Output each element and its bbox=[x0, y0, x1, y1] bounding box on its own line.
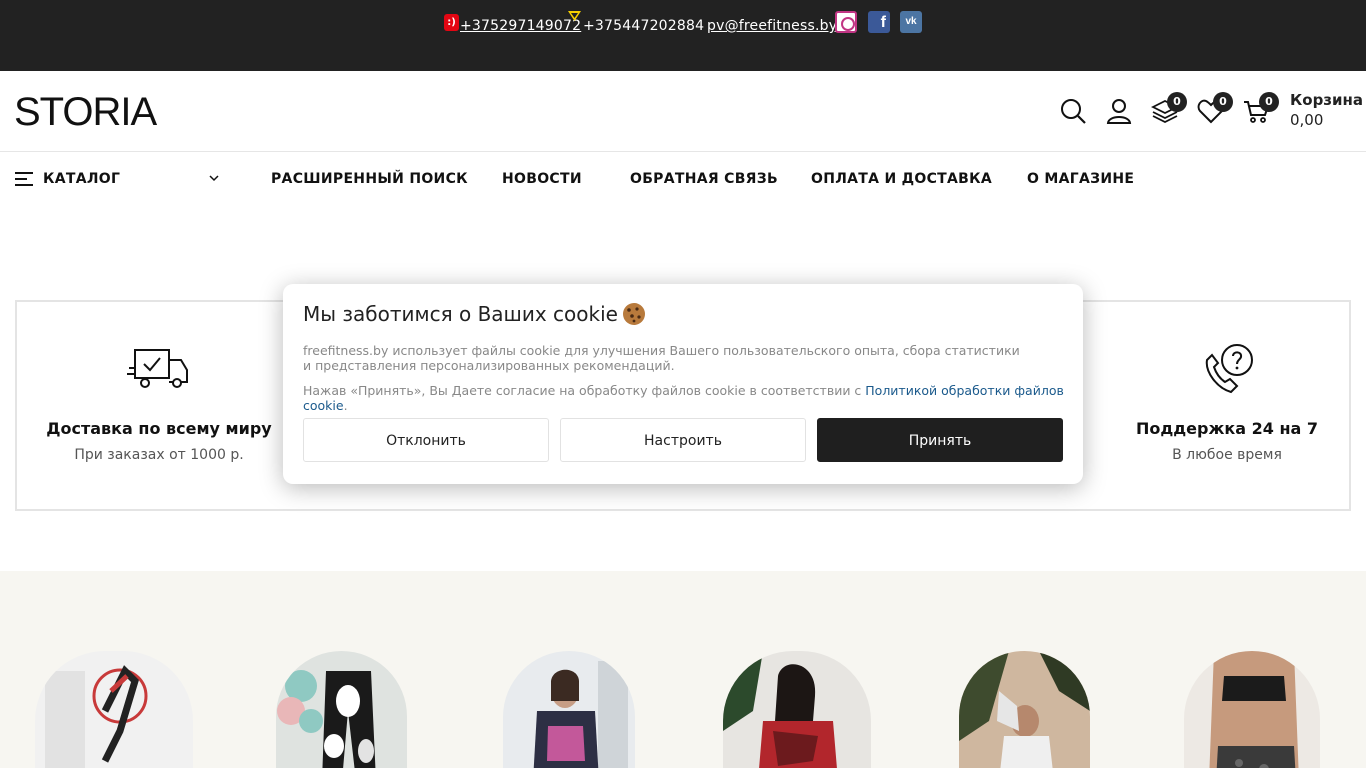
cookie-text-line2: и представления персонализированных реко… bbox=[303, 358, 675, 373]
email-link[interactable]: pv@freefitness.by bbox=[707, 18, 837, 34]
feature-subtitle-support: В любое время bbox=[1172, 447, 1282, 463]
main-nav: Каталог Расширенный поиск Новости Обратн… bbox=[0, 152, 1366, 206]
cart-count-badge: 0 bbox=[1259, 92, 1279, 112]
category-image[interactable] bbox=[1184, 651, 1320, 768]
nav-feedback[interactable]: Обратная связь bbox=[630, 171, 778, 187]
cart-total: 0,00 bbox=[1290, 111, 1324, 129]
category-image[interactable] bbox=[959, 651, 1090, 768]
nav-news[interactable]: Новости bbox=[502, 171, 582, 187]
phone-link-1[interactable]: +375297149072 bbox=[460, 18, 581, 34]
category-photo-rashguard bbox=[503, 651, 635, 768]
cookie-icon bbox=[622, 303, 645, 325]
wishlist-count-badge: 0 bbox=[1213, 92, 1233, 112]
category-image[interactable] bbox=[35, 651, 193, 768]
category-photo-shorts bbox=[1184, 651, 1320, 768]
mts-operator-icon: :) bbox=[444, 14, 459, 31]
nav-advanced-search[interactable]: Расширенный поиск bbox=[271, 171, 468, 187]
phone-support-icon bbox=[1205, 344, 1253, 394]
category-photo-sport-top bbox=[959, 651, 1090, 768]
nav-about[interactable]: О магазине bbox=[1027, 171, 1134, 187]
category-photo-longsleeve bbox=[723, 651, 871, 768]
cookie-dialog-title: Мы заботимся о Ваших cookie bbox=[303, 302, 646, 326]
categories-section bbox=[0, 571, 1366, 768]
site-logo[interactable]: STORIA bbox=[14, 90, 157, 134]
category-photo-aerial bbox=[35, 651, 193, 768]
chevron-down-icon[interactable] bbox=[208, 172, 220, 184]
menu-icon[interactable] bbox=[15, 172, 33, 186]
category-image[interactable] bbox=[723, 651, 871, 768]
configure-button[interactable]: Настроить bbox=[560, 418, 806, 462]
cookie-text-line3: Нажав «Принять», Вы Даете согласие на об… bbox=[303, 383, 1083, 413]
nav-payment-delivery[interactable]: Оплата и доставка bbox=[811, 171, 992, 187]
top-bar: :) +375297149072 +375447202884 pv@freefi… bbox=[0, 0, 1366, 71]
feature-subtitle-delivery: При заказах от 1000 р. bbox=[74, 447, 244, 463]
cookie-consent-dialog: Мы заботимся о Ваших cookie freefitness.… bbox=[283, 284, 1083, 484]
category-image[interactable] bbox=[276, 651, 407, 768]
category-image[interactable] bbox=[503, 651, 635, 768]
search-icon[interactable] bbox=[1059, 97, 1087, 125]
vk-icon[interactable]: vk bbox=[900, 11, 922, 33]
cookie-consent-text: Нажав «Принять», Вы Даете согласие на об… bbox=[303, 383, 866, 398]
cart-label[interactable]: Корзина bbox=[1290, 91, 1363, 109]
category-photo-leggings bbox=[276, 651, 407, 768]
site-header: STORIA 0 0 0 Корзина 0,00 bbox=[0, 71, 1366, 152]
nav-catalog[interactable]: Каталог bbox=[43, 171, 120, 187]
instagram-icon[interactable] bbox=[835, 11, 857, 33]
facebook-icon[interactable]: f bbox=[868, 11, 890, 33]
user-icon[interactable] bbox=[1105, 97, 1133, 125]
accept-button[interactable]: Принять bbox=[817, 418, 1063, 462]
compare-count-badge: 0 bbox=[1167, 92, 1187, 112]
decline-button[interactable]: Отклонить bbox=[303, 418, 549, 462]
phone-2: +375447202884 bbox=[583, 18, 705, 34]
feature-title-support: Поддержка 24 на 7 bbox=[1135, 419, 1319, 438]
truck-icon bbox=[127, 349, 188, 388]
cookie-consent-suffix: . bbox=[343, 398, 348, 413]
life-operator-icon bbox=[568, 11, 581, 21]
cookie-text-line1: freefitness.by использует файлы cookie д… bbox=[303, 343, 1020, 358]
feature-title-delivery: Доставка по всему миру bbox=[46, 419, 272, 438]
cookie-title-text: Мы заботимся о Ваших cookie bbox=[303, 302, 618, 326]
